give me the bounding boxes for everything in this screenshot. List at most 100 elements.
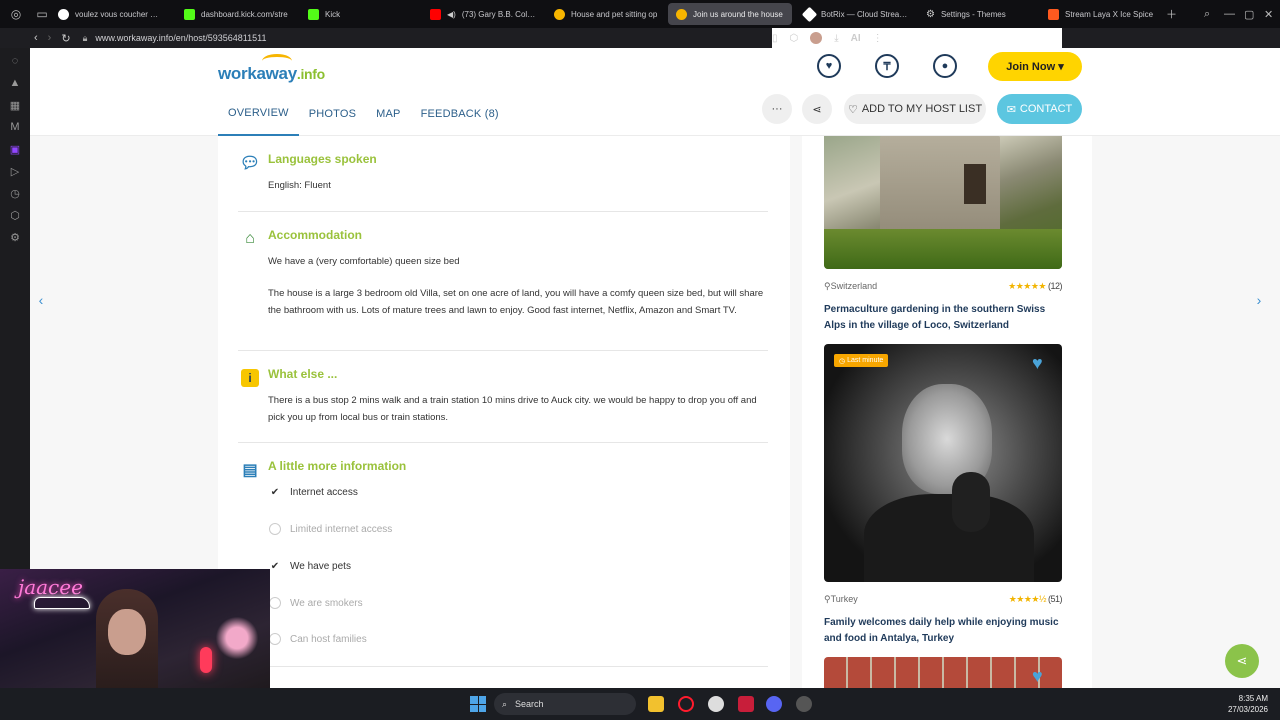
add-to-host-list-button[interactable]: ♡ ADD TO MY HOST LIST — [844, 94, 986, 124]
menu-icon[interactable]: ⋮ — [873, 33, 883, 44]
crypto-wallet-icon[interactable]: ▦ — [8, 98, 22, 112]
location-pin-icon: ⚲ — [824, 281, 831, 291]
discord-icon[interactable] — [766, 696, 782, 712]
minimize-button[interactable]: — — [1224, 0, 1235, 28]
tab-overview[interactable]: OVERVIEW — [218, 92, 299, 136]
accommodation-description: The house is a large 3 bedroom old Villa… — [268, 288, 764, 316]
host-photo[interactable] — [824, 136, 1062, 269]
option-limited-internet: Limited internet access — [268, 522, 392, 536]
option-smokers: We are smokers — [268, 596, 363, 610]
twitch-icon[interactable]: ▣ — [8, 142, 22, 156]
host-nav-tabs: OVERVIEW PHOTOS MAP FEEDBACK (8) — [218, 92, 509, 136]
host-photo[interactable]: ◷ Last minute ♥ — [824, 344, 1062, 582]
maximize-button[interactable]: ▢ — [1244, 0, 1254, 28]
windows-taskbar: ⌕ Search 8:35 AM 27/03/2026 — [0, 688, 1280, 720]
kick-icon — [184, 8, 195, 20]
what-else-section: i What else ... There is a bus stop 2 mi… — [238, 351, 768, 443]
share-icon: ⋖ — [1236, 653, 1248, 668]
option-pets: ✔ We have pets — [268, 559, 351, 573]
player-icon[interactable]: ▷ — [8, 164, 22, 178]
user-icon[interactable]: ● — [933, 54, 957, 78]
browser-tab[interactable]: Kick — [300, 3, 420, 25]
similar-hosts-column: ⚲Switzerland ★★★★★ (12) Permaculture gard… — [802, 136, 1092, 688]
heart-outline-icon: ♡ — [847, 103, 858, 116]
tab-photos[interactable]: PHOTOS — [299, 92, 366, 136]
opera-icon[interactable] — [678, 696, 694, 712]
new-tab-button[interactable]: ＋ — [1166, 0, 1177, 28]
ai-button[interactable]: AI — [851, 33, 861, 44]
windows-start-icon[interactable] — [470, 696, 486, 712]
previous-arrow-icon[interactable]: ‹ — [30, 280, 52, 320]
taskbar-clock[interactable]: 8:35 AM 27/03/2026 — [1228, 693, 1268, 715]
check-icon: ✔ — [270, 560, 280, 572]
app-icon[interactable] — [796, 696, 812, 712]
settings-icon[interactable]: ⚙ — [8, 230, 22, 244]
heart-icon[interactable]: ♥ — [817, 54, 841, 78]
empty-circle-icon — [269, 597, 281, 609]
host-photo[interactable]: ♥ — [824, 657, 1062, 688]
browser-tab[interactable]: Stream Laya X Ice Spice — [1040, 3, 1162, 25]
browser-tab[interactable]: dashboard.kick.com/stre — [176, 3, 296, 25]
join-now-button[interactable]: Join Now ▾ — [988, 52, 1082, 81]
browser-tab-active[interactable]: Join us around the house — [668, 3, 792, 25]
card-title[interactable]: Permaculture gardening in the southern S… — [824, 302, 1062, 334]
search-icon[interactable]: ⌕ — [1204, 0, 1210, 28]
profile-avatar[interactable] — [810, 32, 823, 44]
forward-icon[interactable]: › — [48, 32, 52, 45]
empty-circle-icon — [269, 523, 281, 535]
browser-tab[interactable]: voulez vous coucher ave — [50, 3, 170, 25]
neon-car-icon — [34, 597, 90, 609]
extensions-icon[interactable]: ⬡ — [8, 208, 22, 222]
download-icon[interactable]: ⤓ — [834, 33, 838, 44]
more-info-section: ▤ A little more information ✔ Internet ac… — [238, 443, 768, 667]
document-plus-icon: ▤ — [242, 462, 258, 479]
sidebar-toggle-icon[interactable]: ▯ — [772, 33, 778, 44]
option-families: Can host families — [268, 632, 367, 646]
botrix-icon — [801, 6, 818, 22]
card-title[interactable]: Family welcomes daily help while enjoyin… — [824, 615, 1062, 647]
envelope-icon: ✉ — [1006, 103, 1016, 116]
share-button[interactable]: ⋖ — [802, 94, 832, 124]
more-options-button[interactable]: ··· — [762, 94, 792, 124]
history-icon[interactable]: ◷ — [8, 186, 22, 200]
workspace-icon[interactable]: ▲ — [8, 76, 22, 90]
browser-tab[interactable]: BotRix — Cloud Streamin — [796, 3, 916, 25]
youtube-icon — [430, 8, 441, 20]
browser-tab-bar: ◎ ▭ voulez vous coucher ave dashboard.ki… — [0, 0, 1280, 28]
browser-tab[interactable]: House and pet sitting op — [546, 3, 666, 25]
currency-icon[interactable]: ₸ — [875, 54, 899, 78]
lock-icon: 🔒︎ — [82, 32, 88, 43]
messenger-icon[interactable]: M — [8, 120, 22, 134]
favorite-heart-icon[interactable]: ♥ — [1032, 667, 1052, 685]
file-explorer-icon[interactable] — [648, 696, 664, 712]
tab-map[interactable]: MAP — [366, 92, 410, 136]
accommodation-section: ⌂ Accommodation We have a (very comforta… — [238, 212, 768, 351]
workaway-logo[interactable]: workaway.info — [218, 54, 328, 88]
app-icon[interactable] — [738, 696, 754, 712]
card-country: Turkey — [830, 594, 858, 604]
browser-tab[interactable]: ◀) (73) Gary B.B. Colem — [422, 3, 544, 25]
extensions-icon[interactable]: ⬡ — [790, 33, 799, 44]
favorite-heart-icon[interactable]: ♥ — [1032, 354, 1052, 372]
close-button[interactable]: ✕ — [1264, 0, 1273, 28]
kick-icon — [308, 8, 319, 20]
option-internet-access: ✔ Internet access — [268, 485, 358, 499]
speech-bubble-icon: 💬︎ — [239, 155, 261, 172]
back-icon[interactable]: ‹ — [34, 32, 38, 45]
section-title: What else ... — [268, 367, 338, 381]
reload-icon[interactable]: ↻ — [61, 32, 70, 45]
location-pin-icon: ⚲ — [824, 594, 831, 604]
star-rating: ★★★★★ (12) — [1008, 281, 1062, 291]
stream-icon — [1048, 8, 1059, 20]
contact-button[interactable]: ✉ CONTACT — [997, 94, 1082, 124]
aria-icon[interactable]: ◌ — [8, 54, 22, 68]
browser-tab[interactable]: ⚙ Settings - Themes — [918, 3, 1038, 25]
next-arrow-icon[interactable]: › — [1248, 280, 1270, 320]
speaker-icon[interactable]: ◀) — [447, 10, 456, 19]
tab-feedback[interactable]: FEEDBACK (8) — [411, 92, 509, 136]
url-field[interactable]: 🔒︎ www.workaway.info/en/host/593564811511 — [83, 33, 267, 44]
share-fab[interactable]: ⋖ — [1225, 644, 1259, 678]
obs-icon[interactable] — [708, 696, 724, 712]
clock-icon: ◷ — [839, 357, 846, 365]
taskbar-search[interactable]: ⌕ Search — [494, 693, 636, 715]
